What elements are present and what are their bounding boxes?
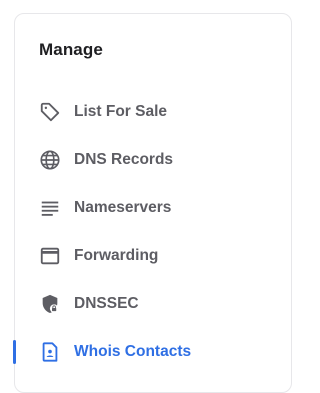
shield-lock-icon (39, 293, 61, 315)
menu-item-dns-records[interactable]: DNS Records (15, 136, 291, 184)
menu-item-forwarding[interactable]: Forwarding (15, 232, 291, 280)
contact-card-icon (39, 341, 61, 363)
menu-item-label: DNSSEC (74, 295, 139, 312)
manage-panel: Manage List For Sale DNS Records Nameser… (13, 13, 292, 393)
tag-icon (39, 101, 61, 123)
menu-item-nameservers[interactable]: Nameservers (15, 184, 291, 232)
menu-item-label: List For Sale (74, 103, 168, 120)
menu-item-label: Nameservers (74, 199, 172, 216)
globe-icon (39, 149, 61, 171)
manage-menu: List For Sale DNS Records Nameservers Fo… (13, 88, 291, 376)
menu-item-label: Forwarding (74, 247, 159, 264)
list-lines-icon (39, 197, 61, 219)
window-icon (39, 245, 61, 267)
menu-item-dnssec[interactable]: DNSSEC (15, 280, 291, 328)
panel-title: Manage (39, 40, 103, 59)
menu-item-label: DNS Records (74, 151, 174, 168)
active-indicator (13, 340, 16, 364)
menu-item-list-for-sale[interactable]: List For Sale (15, 88, 291, 136)
menu-item-label: Whois Contacts (74, 343, 192, 360)
